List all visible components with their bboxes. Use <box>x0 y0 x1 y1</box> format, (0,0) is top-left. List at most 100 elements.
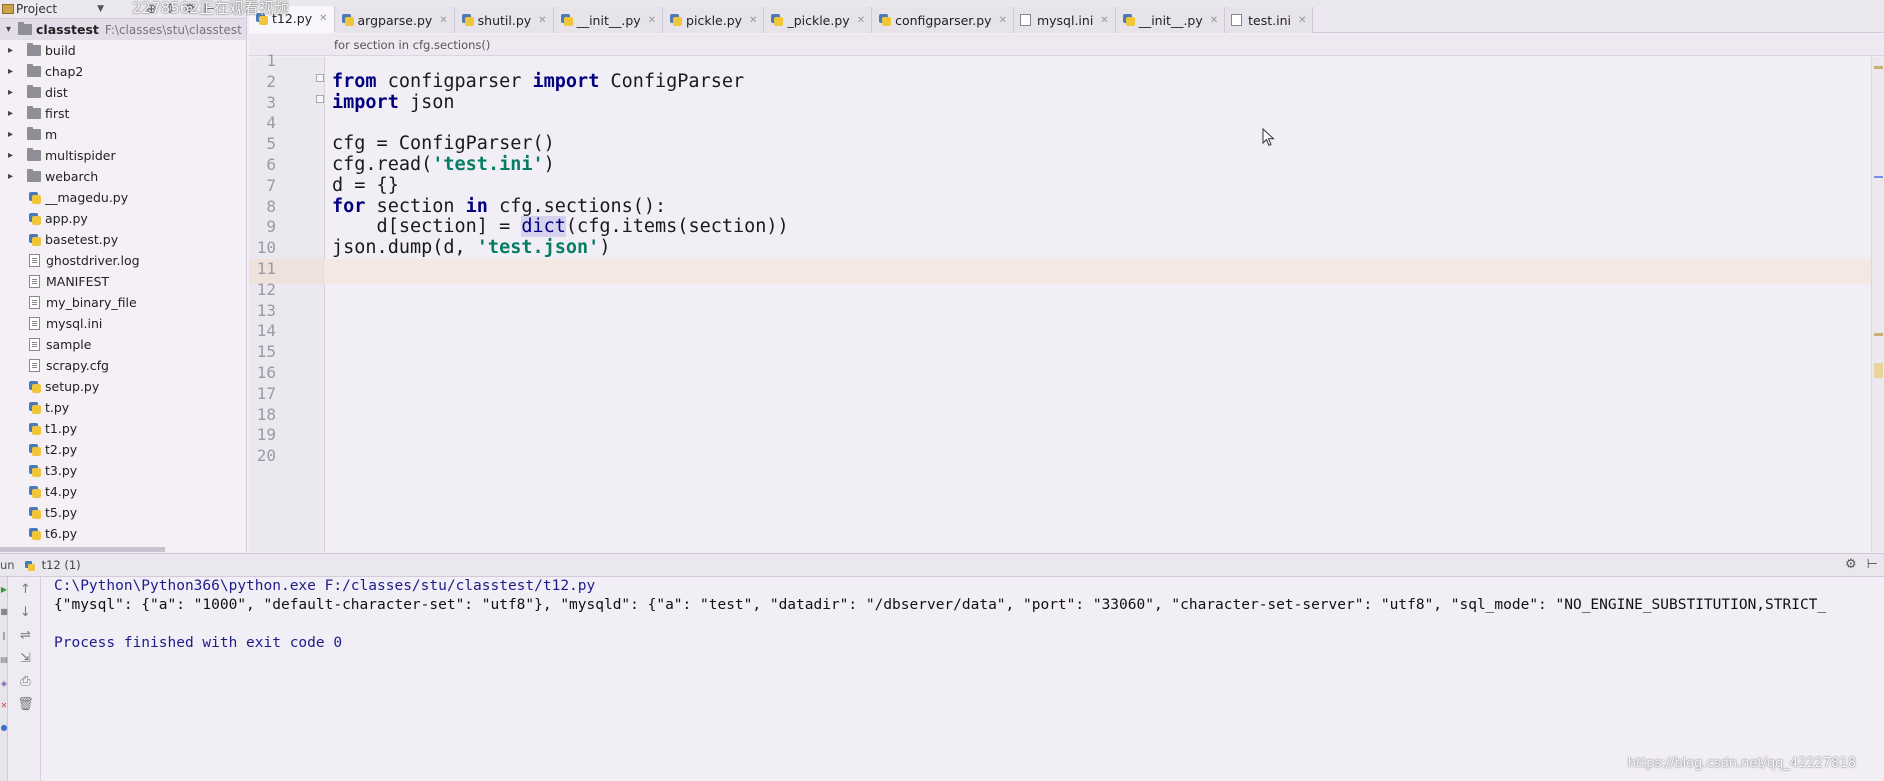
editor-tab[interactable]: mysql.ini ✕ <box>1013 7 1116 33</box>
tree-file-item[interactable]: sample <box>0 334 246 355</box>
tree-folder-multispider[interactable]: ▸ multispider <box>0 145 246 166</box>
stripe-marker[interactable] <box>1874 333 1883 336</box>
editor-tab[interactable]: __init__.py ✕ <box>1115 7 1226 33</box>
tree-file-item[interactable]: t3.py <box>0 460 246 481</box>
editor-tab[interactable]: shutil.py ✕ <box>454 7 554 33</box>
tree-root-classtest[interactable]: ▾ classtest F:\classes\stu\classtest <box>0 19 246 40</box>
run-tab-title[interactable]: t12 (1) <box>42 558 81 572</box>
rerun-icon[interactable]: ▶ <box>0 585 8 595</box>
error-stripe[interactable] <box>1871 57 1884 552</box>
stop-icon[interactable]: ■ <box>0 607 8 617</box>
fold-marker-icon[interactable] <box>316 95 324 103</box>
chevron-right-icon[interactable]: ▸ <box>8 45 27 56</box>
tree-item-label: ghostdriver.log <box>46 253 140 268</box>
tree-file-item[interactable]: MANIFEST <box>0 271 246 292</box>
tree-file-item[interactable]: t6.py <box>0 523 246 544</box>
fold-marker-icon[interactable] <box>316 74 324 82</box>
breadcrumb[interactable]: for section in cfg.sections() <box>249 34 1884 56</box>
python-file-icon <box>669 13 683 27</box>
chevron-right-icon[interactable]: ▸ <box>8 129 27 140</box>
tree-item-label: basetest.py <box>45 232 119 247</box>
close-icon[interactable]: ✕ <box>439 15 447 26</box>
tree-file-item[interactable]: t2.py <box>0 439 246 460</box>
close-icon[interactable]: ✕ <box>0 701 8 711</box>
editor-tab[interactable]: pickle.py ✕ <box>663 7 765 33</box>
chevron-right-icon[interactable]: ▸ <box>8 150 27 161</box>
stripe-marker[interactable] <box>1874 66 1883 69</box>
tree-folder-first[interactable]: ▸ first <box>0 103 246 124</box>
chevron-down-icon[interactable]: ▼ <box>97 4 104 14</box>
folder-icon <box>27 148 41 161</box>
code-line[interactable]: json.dump(d, 'test.json') <box>332 235 610 260</box>
trash-icon[interactable]: 🗑 <box>17 696 34 713</box>
tree-folder-chap2[interactable]: ▸ chap2 <box>0 61 246 82</box>
root-name: classtest <box>36 22 99 37</box>
editor-tab[interactable]: test.ini ✕ <box>1225 7 1314 33</box>
tab-label: test.ini <box>1248 12 1292 28</box>
tree-file-item[interactable]: ghostdriver.log <box>0 250 246 271</box>
horizontal-scrollbar[interactable] <box>0 547 165 552</box>
tree-file-item[interactable]: __magedu.py <box>0 187 246 208</box>
tree-file-item[interactable]: t5.py <box>0 502 246 523</box>
scroll-up-icon[interactable]: ↑ <box>17 581 34 598</box>
hide-panel-icon[interactable]: ⊢ <box>1867 557 1878 572</box>
folder-icon <box>18 22 32 35</box>
tree-file-item[interactable]: t1.py <box>0 418 246 439</box>
scroll-to-end-icon[interactable]: ⇲ <box>17 650 34 667</box>
tree-file-item[interactable]: basetest.py <box>0 229 246 250</box>
editor-tab[interactable]: _pickle.py ✕ <box>764 7 873 33</box>
help-icon[interactable]: ● <box>0 723 8 733</box>
chevron-right-icon[interactable]: ▸ <box>8 87 27 98</box>
chevron-right-icon[interactable]: ▸ <box>8 66 27 77</box>
code-editor[interactable]: from configparser import ConfigParser imp… <box>326 57 1871 552</box>
tree-file-item[interactable]: setup.py <box>0 376 246 397</box>
soft-wrap-icon[interactable]: ⇌ <box>17 627 34 644</box>
tree-file-item[interactable]: t4.py <box>0 481 246 502</box>
tree-item-label: dist <box>45 85 68 100</box>
chevron-right-icon[interactable]: ▸ <box>8 171 27 182</box>
tree-file-item[interactable]: scrapy.cfg <box>0 355 246 376</box>
stripe-marker[interactable] <box>1874 176 1883 178</box>
tree-file-item[interactable]: t.py <box>0 397 246 418</box>
tree-folder-build[interactable]: ▸ build <box>0 40 246 61</box>
tree-item-label: MANIFEST <box>46 274 110 289</box>
close-icon[interactable]: ✕ <box>648 15 656 26</box>
chevron-right-icon[interactable]: ▸ <box>8 108 27 119</box>
close-icon[interactable]: ✕ <box>1100 15 1108 26</box>
editor-tab[interactable]: argparse.py ✕ <box>334 7 455 33</box>
tree-folder-webarch[interactable]: ▸ webarch <box>0 166 246 187</box>
text-file-icon <box>29 254 40 267</box>
stripe-marker[interactable] <box>1874 363 1883 378</box>
restore-layout-icon[interactable]: ▤ <box>0 655 8 665</box>
python-run-icon <box>24 560 36 571</box>
editor-tab[interactable]: __init__.py ✕ <box>553 7 664 33</box>
run-toolbar: ↑ ↓ ⇌ ⇲ ⎙ 🗑 <box>9 577 41 781</box>
tree-item-label: __magedu.py <box>45 190 129 205</box>
close-icon[interactable]: ✕ <box>857 15 865 26</box>
scroll-down-icon[interactable]: ↓ <box>17 604 34 621</box>
print-icon[interactable]: ⎙ <box>17 673 34 690</box>
pin-tab-icon[interactable]: ◈ <box>0 679 8 689</box>
tree-file-item[interactable]: app.py <box>0 208 246 229</box>
close-icon[interactable]: ✕ <box>538 15 546 26</box>
tree-file-item[interactable]: mysql.ini <box>0 313 246 334</box>
tree-item-label: my_binary_file <box>46 295 137 310</box>
close-icon[interactable]: ✕ <box>1298 15 1306 26</box>
tree-item-label: webarch <box>45 169 99 184</box>
tree-file-item[interactable]: my_binary_file <box>0 292 246 313</box>
tree-folder-m[interactable]: ▸ m <box>0 124 246 145</box>
close-icon[interactable]: ✕ <box>319 13 327 24</box>
tree-item-label: m <box>45 127 58 142</box>
code-line[interactable]: import json <box>332 90 455 115</box>
python-file-icon <box>28 380 41 394</box>
editor-tab[interactable]: configparser.py ✕ <box>872 7 1014 33</box>
run-console[interactable]: C:\Python\Python366\python.exe F:/classe… <box>42 577 1884 781</box>
folder-icon <box>27 169 41 182</box>
chevron-down-icon[interactable]: ▾ <box>6 24 18 35</box>
tree-folder-dist[interactable]: ▸ dist <box>0 82 246 103</box>
close-icon[interactable]: ✕ <box>1210 15 1218 26</box>
close-icon[interactable]: ✕ <box>999 15 1007 26</box>
pause-icon[interactable]: ‖ <box>0 631 8 641</box>
gear-icon[interactable]: ⚙ <box>1845 557 1857 572</box>
close-icon[interactable]: ✕ <box>749 15 757 26</box>
